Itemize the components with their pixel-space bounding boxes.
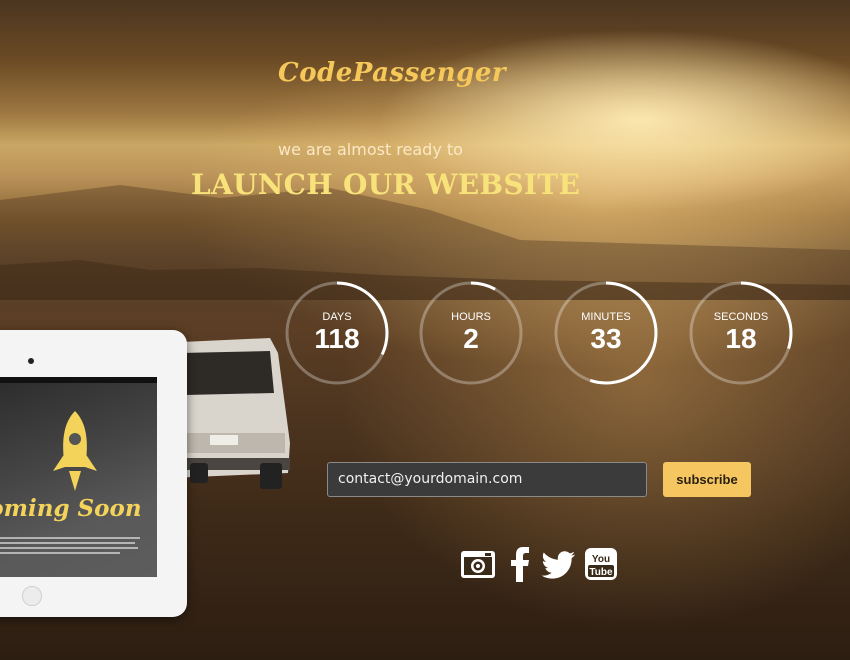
svg-text:Tube: Tube bbox=[589, 567, 613, 578]
svg-text:You: You bbox=[592, 554, 610, 565]
tablet-screen: Coming Soon bbox=[0, 377, 157, 577]
tablet-camera bbox=[28, 358, 34, 364]
tablet-text-lines bbox=[0, 537, 145, 557]
twitter-icon[interactable] bbox=[540, 546, 576, 582]
rocket-icon bbox=[53, 411, 97, 491]
hours-label: HOURS bbox=[451, 311, 491, 323]
tablet-coming-soon: Coming Soon bbox=[0, 495, 142, 522]
seconds-label: SECONDS bbox=[713, 311, 769, 323]
logo-text[interactable]: CodePassenger bbox=[278, 58, 506, 88]
tablet-mockup: Coming Soon bbox=[0, 330, 187, 617]
hours-value: 2 bbox=[463, 323, 479, 354]
tablet-status-bar bbox=[0, 377, 157, 383]
subscribe-button[interactable]: subscribe bbox=[663, 462, 751, 497]
seconds-value: 18 bbox=[725, 323, 757, 354]
countdown-hours: HOURS 2 bbox=[419, 281, 523, 385]
headline: LAUNCH OUR WEBSITE bbox=[191, 168, 581, 201]
countdown-seconds: SECONDS 18 bbox=[689, 281, 793, 385]
days-label: DAYS bbox=[322, 311, 352, 323]
days-value: 118 bbox=[314, 323, 360, 354]
countdown-minutes: MINUTES 33 bbox=[554, 281, 658, 385]
countdown-days: DAYS 118 bbox=[285, 281, 389, 385]
minutes-value: 33 bbox=[590, 323, 622, 354]
tablet-home-button bbox=[22, 586, 42, 606]
minutes-label: MINUTES bbox=[581, 311, 631, 323]
facebook-icon[interactable] bbox=[506, 546, 542, 582]
camera-icon[interactable] bbox=[460, 546, 496, 582]
email-input[interactable]: contact@yourdomain.com bbox=[327, 462, 647, 497]
tagline: we are almost ready to bbox=[278, 140, 463, 159]
youtube-icon[interactable]: You Tube bbox=[584, 546, 620, 582]
